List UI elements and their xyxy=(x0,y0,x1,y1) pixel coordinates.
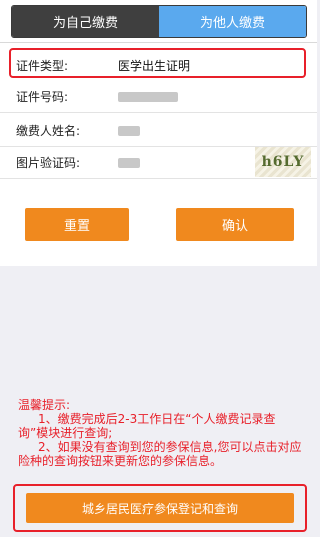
cert-no-row: 证件号码: xyxy=(0,81,317,113)
payment-form: 证件类型: 医学出生证明 证件号码: 缴费人姓名: 图片验证码: h6LY 重置… xyxy=(0,42,317,266)
cert-type-label: 证件类型: xyxy=(16,58,69,73)
reset-button[interactable]: 重置 xyxy=(25,208,129,241)
tips-title: 温馨提示: xyxy=(18,398,71,412)
tips-section: 温馨提示: 1、缴费完成后2-3工作日在“个人缴费记录查询”模块进行查询; 2、… xyxy=(18,398,304,468)
cert-no-label: 证件号码: xyxy=(16,90,69,104)
tips-line-2: 2、如果没有查询到您的参保信息,您可以点击对应险种的查询按钮来更新您的参保信息。 xyxy=(18,440,302,468)
cert-type-row[interactable]: 证件类型: 医学出生证明 xyxy=(0,49,317,81)
tips-line-1: 1、缴费完成后2-3工作日在“个人缴费记录查询”模块进行查询; xyxy=(18,412,276,440)
payer-name-row: 缴费人姓名: xyxy=(0,115,317,147)
tab-pay-for-self[interactable]: 为自己缴费 xyxy=(12,6,159,37)
payer-name-input[interactable] xyxy=(118,125,140,136)
captcha-input[interactable] xyxy=(118,157,140,168)
cert-type-select[interactable]: 医学出生证明 xyxy=(118,57,190,74)
captcha-image[interactable]: h6LY xyxy=(255,147,311,177)
captcha-label: 图片验证码: xyxy=(16,156,81,170)
cert-no-input[interactable] xyxy=(118,91,178,102)
tab-bar: 为自己缴费 为他人缴费 xyxy=(0,0,317,42)
confirm-button[interactable]: 确认 xyxy=(176,208,294,241)
tab-pay-for-others[interactable]: 为他人缴费 xyxy=(159,6,306,37)
payment-target-switch: 为自己缴费 为他人缴费 xyxy=(11,5,307,38)
insurance-query-button[interactable]: 城乡居民医疗参保登记和查询 xyxy=(26,493,294,523)
payer-name-label: 缴费人姓名: xyxy=(16,124,81,138)
